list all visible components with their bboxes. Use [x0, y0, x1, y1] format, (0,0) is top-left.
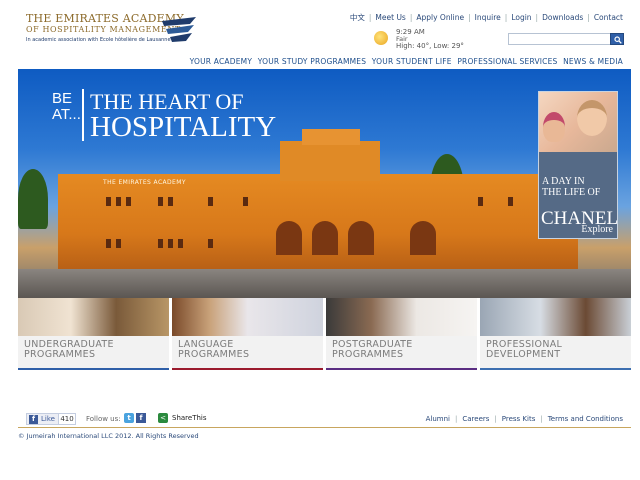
like-count: 410 [58, 413, 76, 425]
top-links: 中文 | Meet Us | Apply Online | Inquire | Login | Do… [349, 13, 623, 22]
tile-language[interactable]: LANGUAGE PROGRAMMES [172, 298, 323, 370]
tile-accent-bar [172, 368, 323, 370]
courtyard [18, 269, 631, 298]
nav-news-media[interactable]: NEWS & MEDIA [563, 57, 623, 66]
tile-photo [18, 298, 169, 336]
footer-link-alumni[interactable]: Alumni [426, 415, 450, 423]
promo-heading: A DAY IN THE LIFE OF [542, 176, 601, 198]
sun-icon [374, 31, 388, 45]
tile-photo [172, 298, 323, 336]
top-link-apply-online[interactable]: Apply Online [416, 13, 464, 22]
top-link-meet-us[interactable]: Meet Us [375, 13, 405, 22]
copyright-text: © Jumeirah International LLC 2012. All R… [18, 432, 199, 440]
weather-temps: High: 40°, Low: 29° [396, 42, 464, 50]
building-tower [280, 141, 380, 181]
sharethis-link[interactable]: ShareThis [172, 414, 207, 422]
tile-postgraduate[interactable]: POSTGRADUATE PROGRAMMES [326, 298, 477, 370]
promo-photo [539, 92, 617, 152]
follow-us-label: Follow us: [86, 415, 121, 423]
logo-mark-icon [162, 17, 196, 42]
top-link-chinese[interactable]: 中文 [350, 13, 365, 22]
nav-professional-services[interactable]: PROFESSIONAL SERVICES [457, 57, 557, 66]
nav-your-student-life[interactable]: YOUR STUDENT LIFE [372, 57, 452, 66]
hero-title-line2: HOSPITALITY [90, 111, 277, 143]
tile-photo [326, 298, 477, 336]
hero-banner[interactable]: THE EMIRATES ACADEMY BE AT... THE HEART … [18, 69, 631, 298]
academy-logo[interactable]: THE EMIRATES ACADEMY OF HOSPITALITY MANA… [26, 12, 206, 52]
building-sign: THE EMIRATES ACADEMY [103, 179, 186, 186]
tile-label: LANGUAGE PROGRAMMES [178, 339, 250, 360]
promo-explore-link[interactable]: Explore [581, 224, 613, 235]
top-link-login[interactable]: Login [511, 13, 531, 22]
tile-label: UNDERGRADUATE PROGRAMMES [24, 339, 114, 360]
page: THE EMIRATES ACADEMY OF HOSPITALITY MANA… [18, 0, 631, 440]
top-link-inquire[interactable]: Inquire [475, 13, 501, 22]
hero-be-at: BE AT... [52, 90, 81, 123]
footer-link-press-kits[interactable]: Press Kits [502, 415, 536, 423]
footer-link-terms[interactable]: Terms and Conditions [548, 415, 623, 423]
tile-photo [480, 298, 631, 336]
building-tower-top [302, 129, 360, 145]
top-link-downloads[interactable]: Downloads [542, 13, 583, 22]
footer-links: Alumni | Careers | Press Kits | Terms and Cond… [425, 415, 623, 423]
tile-professional-development[interactable]: PROFESSIONAL DEVELOPMENT [480, 298, 631, 370]
palm-tree [18, 169, 48, 229]
logo-association: In academic association with Ecole hôtel… [26, 37, 171, 43]
facebook-icon: f [29, 415, 38, 424]
weather-widget: 9:29 AM Fair High: 40°, Low: 29° [374, 28, 494, 52]
tile-accent-bar [326, 368, 477, 370]
search-icon [614, 36, 622, 44]
promo-card-day-in-life[interactable]: A DAY IN THE LIFE OF CHANEL Explore [538, 91, 618, 239]
main-nav: YOUR ACADEMY YOUR STUDY PROGRAMMES YOUR … [187, 57, 623, 66]
hero-divider [82, 89, 84, 141]
nav-your-academy[interactable]: YOUR ACADEMY [190, 57, 253, 66]
tile-label: POSTGRADUATE PROGRAMMES [332, 339, 413, 360]
tile-accent-bar [18, 368, 169, 370]
top-link-contact[interactable]: Contact [594, 13, 623, 22]
search-box [508, 33, 624, 45]
nav-your-study-programmes[interactable]: YOUR STUDY PROGRAMMES [258, 57, 366, 66]
sharethis-icon[interactable]: < [158, 413, 168, 423]
facebook-icon[interactable]: f [136, 413, 146, 423]
footer-link-careers[interactable]: Careers [462, 415, 489, 423]
tile-undergraduate[interactable]: UNDERGRADUATE PROGRAMMES [18, 298, 169, 370]
search-button[interactable] [610, 33, 624, 45]
tile-label: PROFESSIONAL DEVELOPMENT [486, 339, 563, 360]
tile-accent-bar [480, 368, 631, 370]
footer-divider [18, 427, 631, 428]
twitter-icon[interactable]: t [124, 413, 134, 423]
search-input[interactable] [509, 34, 607, 44]
logo-subtitle: OF HOSPITALITY MANAGEMENT [26, 25, 181, 34]
programme-tiles: UNDERGRADUATE PROGRAMMES LANGUAGE PROGRA… [18, 298, 631, 370]
